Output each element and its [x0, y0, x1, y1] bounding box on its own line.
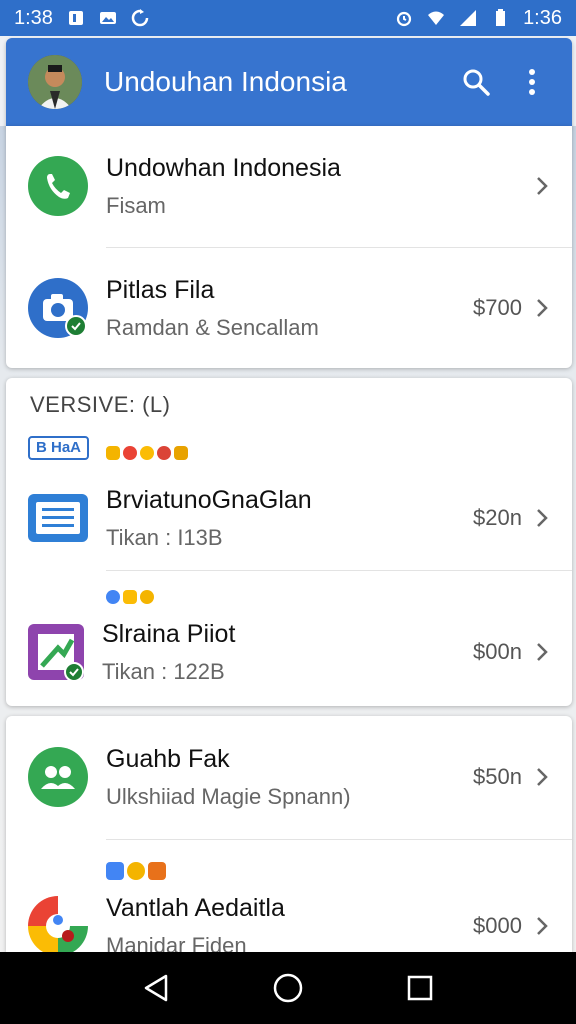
- list-item-subtitle: Fisam: [106, 192, 166, 218]
- list-item-subtitle: Ramdan & Sencallam: [106, 314, 319, 340]
- section-header: VERSIVE: (L): [30, 392, 171, 417]
- recents-square-icon: [407, 975, 433, 1001]
- list-item-text: BrviatunoGnaGlan Tikan : I13B: [106, 486, 473, 551]
- list-item-title: BrviatunoGnaGlan: [106, 485, 312, 514]
- camera-icon: [28, 278, 88, 338]
- home-button[interactable]: [268, 968, 308, 1008]
- chevron-right-icon: [537, 917, 548, 935]
- list-item-price: $000: [473, 913, 522, 938]
- list-item-title: Vantlah Aedaitla: [106, 893, 285, 922]
- list-item-text: Undowhan Indonesia Fisam: [106, 154, 534, 219]
- small-app-icon: [174, 446, 188, 460]
- search-button[interactable]: [454, 60, 498, 104]
- home-circle-icon: [273, 973, 303, 1003]
- tag-chip[interactable]: B HaA: [28, 436, 90, 460]
- divider: [106, 839, 572, 840]
- list-item-subtitle: Tikan : 122B: [102, 658, 225, 684]
- small-app-icon: [106, 446, 120, 460]
- list-item-title: Undowhan Indonesia: [106, 153, 341, 182]
- alarm-icon: [396, 11, 412, 27]
- chevron-right-icon: [537, 299, 548, 317]
- list-item[interactable]: Guahb Fak Ulkshiiad Magie Spnann) $50n: [6, 716, 572, 838]
- card-primary: Undowhan Indonesia Fisam Pitlas Fila Ram…: [6, 126, 572, 368]
- app-bar: Undouhan Indonsia: [6, 38, 572, 126]
- image-editor-icon: [28, 624, 84, 682]
- list-item-subtitle: Tikan : I13B: [106, 524, 223, 550]
- document-icon: [28, 494, 88, 542]
- signal-icon: [460, 10, 477, 26]
- list-item-text: Slraina Piiot Tikan : 122B: [102, 620, 473, 685]
- list-item-subtitle: Ulkshiiad Magie Spnann): [106, 783, 351, 809]
- wifi-icon: [428, 11, 445, 25]
- back-button[interactable]: [136, 968, 176, 1008]
- colorful-app-icon: [28, 896, 88, 952]
- status-bar: 1:38 1:36: [0, 0, 576, 36]
- chevron-right-icon: [537, 768, 548, 786]
- recents-button[interactable]: [400, 968, 440, 1008]
- search-icon: [463, 69, 490, 96]
- list-item-text: Vantlah Aedaitla Manidar Fiden: [106, 894, 473, 953]
- back-triangle-icon: [144, 974, 168, 1002]
- chevron-right-icon: [537, 509, 548, 527]
- list-item[interactable]: Undowhan Indonesia Fisam: [6, 126, 572, 246]
- mini-icon-strip: [106, 446, 188, 460]
- list-item-price: $00n: [473, 639, 522, 664]
- list-item[interactable]: Slraina Piiot Tikan : 122B $00n: [6, 598, 572, 706]
- image-notification-icon: [99, 12, 116, 24]
- sync-icon: [131, 9, 149, 27]
- status-time-right: 1:36: [523, 6, 562, 29]
- list-item-subtitle: Manidar Fiden: [106, 932, 247, 953]
- more-vert-icon: [529, 69, 535, 95]
- phone-icon: [28, 156, 88, 216]
- small-app-icon: [157, 446, 171, 460]
- notification-icon: [68, 11, 83, 25]
- status-time-left: 1:38: [14, 6, 53, 29]
- chevron-right-icon: [537, 643, 548, 661]
- list-item-text: Guahb Fak Ulkshiiad Magie Spnann): [106, 745, 473, 810]
- list-item-price: $700: [473, 295, 522, 320]
- list-item[interactable]: Vantlah Aedaitla Manidar Fiden $000: [6, 866, 572, 952]
- card-versions: VERSIVE: (L) B HaA BrviatunoGnaGlan Tika…: [6, 378, 572, 706]
- list-item-price: $20n: [473, 505, 522, 530]
- overflow-menu-button[interactable]: [510, 60, 554, 104]
- list-item[interactable]: BrviatunoGnaGlan Tikan : I13B $20n: [6, 466, 572, 570]
- card-groups: Guahb Fak Ulkshiiad Magie Spnann) $50n V…: [6, 716, 572, 952]
- people-icon: [28, 747, 88, 807]
- list-item-text: Pitlas Fila Ramdan & Sencallam: [106, 276, 473, 341]
- list-item-title: Pitlas Fila: [106, 275, 215, 304]
- list-item-title: Slraina Piiot: [102, 619, 236, 648]
- list-item[interactable]: Pitlas Fila Ramdan & Sencallam $700: [6, 248, 572, 368]
- chevron-right-icon: [537, 177, 548, 195]
- app-title: Undouhan Indonsia: [104, 66, 347, 97]
- small-app-icon: [140, 446, 154, 460]
- list-item-price: $50n: [473, 764, 522, 789]
- avatar-photo: [28, 55, 82, 109]
- battery-icon: [496, 9, 506, 26]
- list-item-title: Guahb Fak: [106, 744, 230, 773]
- divider: [106, 570, 572, 571]
- system-nav-bar: [0, 952, 576, 1024]
- avatar[interactable]: [28, 55, 82, 109]
- small-app-icon: [123, 446, 137, 460]
